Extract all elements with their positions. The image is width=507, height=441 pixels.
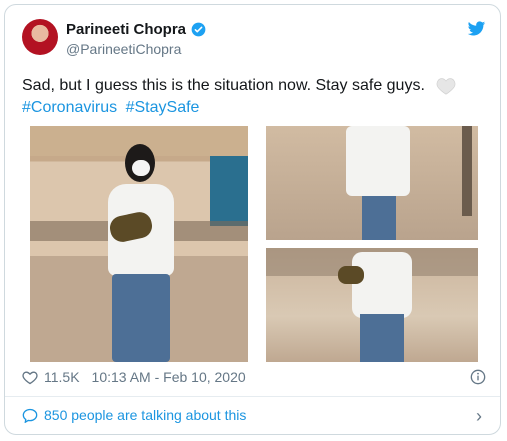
chevron-right-icon[interactable]: › [476,406,482,427]
belt-bag [338,266,364,284]
photo-stack [266,126,478,362]
author-name[interactable]: Parineeti Chopra [66,21,186,38]
photo-1[interactable] [30,126,248,362]
white-shirt [346,126,410,196]
heart-icon[interactable] [22,370,38,385]
verified-badge-icon [191,22,206,37]
hashtag-coronavirus[interactable]: #Coronavirus [22,99,117,116]
white-heart-emoji-icon [437,78,456,95]
talking-count: 850 people are talking about this [44,407,247,423]
white-shirt [352,252,412,318]
author-row: Parineeti Chopra [66,21,206,38]
tweet-card[interactable]: Parineeti Chopra @ParineetiChopra Sad, b… [4,4,501,435]
jeans [112,274,170,362]
info-icon[interactable] [470,369,486,385]
hashtags: #Coronavirus #StaySafe [22,97,203,119]
airport-sign [210,156,248,226]
photo-2[interactable] [266,126,478,240]
hashtag-staysafe[interactable]: #StaySafe [126,99,200,116]
like-count[interactable]: 11.5K [44,369,80,385]
avatar[interactable] [22,19,58,55]
bystander [462,126,472,216]
jeans [362,196,396,240]
face-mask [132,160,150,176]
photo-grid [30,126,478,362]
comment-bubble-icon [22,408,38,423]
divider [5,396,500,397]
photo-3[interactable] [266,248,478,362]
timestamp[interactable]: 10:13 AM - Feb 10, 2020 [92,369,246,385]
tweet-text: Sad, but I guess this is the situation n… [22,75,462,97]
conversation-link[interactable]: 850 people are talking about this [22,407,246,423]
author-handle[interactable]: @ParineetiChopra [66,41,181,57]
tweet-body: Sad, but I guess this is the situation n… [22,77,425,94]
tweet-meta: 11.5K 10:13 AM - Feb 10, 2020 [22,369,246,385]
jeans [360,314,404,362]
twitter-bird-icon[interactable] [467,21,486,37]
